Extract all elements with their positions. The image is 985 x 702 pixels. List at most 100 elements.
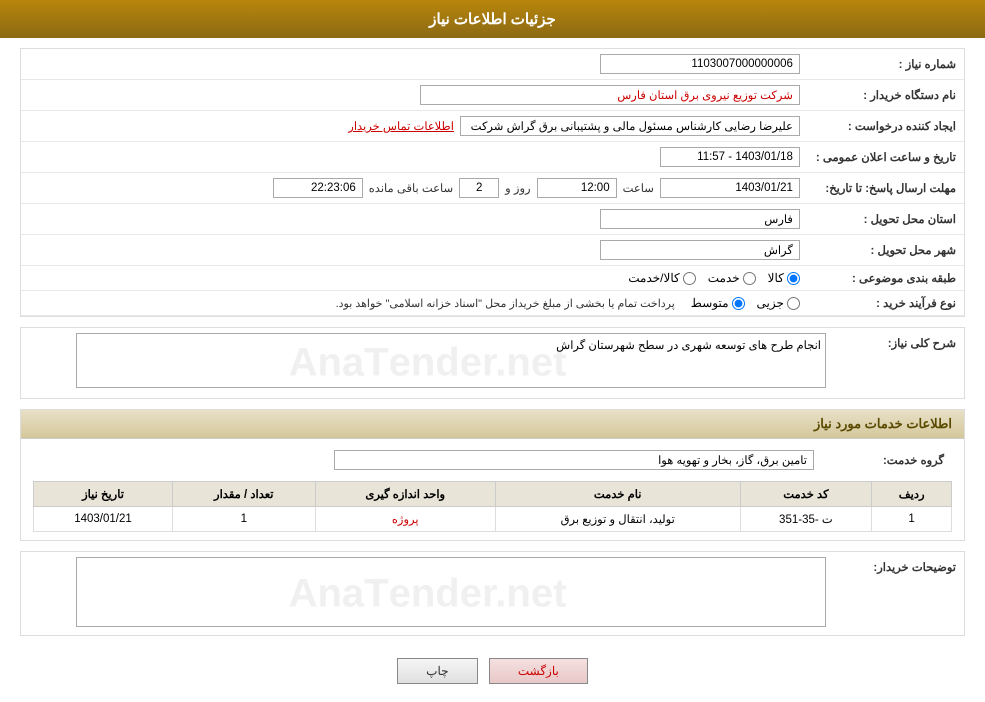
col-qty: تعداد / مقدار [173,482,316,507]
process-label: نوع فرآیند خرید : [808,291,964,316]
remain-label: ساعت باقی مانده [369,181,453,195]
requester-input[interactable] [460,116,800,136]
general-desc-textarea[interactable]: انجام طرح های توسعه شهری در سطح شهرستان … [76,333,826,388]
announce-label: تاریخ و ساعت اعلان عمومی : [808,142,964,173]
cell-name: تولید، انتقال و توزیع برق [495,507,740,532]
need-number-label: شماره نیاز : [808,49,964,80]
back-button[interactable]: بازگشت [489,658,588,684]
service-group-row: گروه خدمت: [33,445,952,475]
services-section: اطلاعات خدمات مورد نیاز گروه خدمت: [20,409,965,541]
table-row: 1 ت -35-351 تولید، انتقال و توزیع برق پر… [34,507,952,532]
buyer-desc-label: توضیحات خریدار: [834,552,964,635]
general-desc-row: شرح کلی نیاز: انجام طرح های توسعه شهری د… [21,328,964,398]
col-row: ردیف [872,482,952,507]
province-value [21,204,808,235]
buyer-org-input[interactable] [420,85,800,105]
city-value [21,235,808,266]
time-label: ساعت [623,181,654,195]
cell-date: 1403/01/21 [34,507,173,532]
buyer-org-value [21,80,808,111]
buyer-org-row: نام دستگاه خریدار : [21,80,964,111]
buyer-desc-table: توضیحات خریدار: AnaТender.net [21,552,964,635]
city-input[interactable] [600,240,800,260]
process-jozi-label: جزیی [757,296,784,310]
service-group-label: گروه خدمت: [822,445,952,475]
requester-value: اطلاعات تماس خریدار [21,111,808,142]
category-khadamat-label: خدمت [708,271,740,285]
cell-code: ت -35-351 [740,507,872,532]
process-motawaset-label: متوسط [691,296,729,310]
deadline-days-input[interactable] [459,178,499,198]
service-group-value [33,445,822,475]
requester-label: ایجاد کننده درخواست : [808,111,964,142]
info-table: شماره نیاز : نام دستگاه خریدار : ا [21,49,964,316]
services-data-table: ردیف کد خدمت نام خدمت واحد اندازه گیری ت… [33,481,952,532]
services-header-row: ردیف کد خدمت نام خدمت واحد اندازه گیری ت… [34,482,952,507]
buttons-row: بازگشت چاپ [20,646,965,692]
general-desc-table: شرح کلی نیاز: انجام طرح های توسعه شهری د… [21,328,964,398]
city-row: شهر محل تحویل : [21,235,964,266]
services-table-body: 1 ت -35-351 تولید، انتقال و توزیع برق پر… [34,507,952,532]
category-both-label: کالا/خدمت [628,271,679,285]
process-note: پرداخت تمام یا بخشی از مبلغ خریداز محل "… [336,297,675,310]
province-label: استان محل تحویل : [808,204,964,235]
category-khadamat-option[interactable]: خدمت [708,271,756,285]
category-row: طبقه بندی موضوعی : کالا خدمت [21,266,964,291]
process-jozi-option[interactable]: جزیی [757,296,800,310]
need-number-input[interactable] [600,54,800,74]
requester-row: ایجاد کننده درخواست : اطلاعات تماس خریدا… [21,111,964,142]
buyer-desc-row: توضیحات خریدار: AnaТender.net [21,552,964,635]
service-group-input[interactable] [334,450,814,470]
category-khadamat-radio[interactable] [743,272,756,285]
buyer-watermark-area: AnaТender.net [29,557,826,630]
watermark-area: انجام طرح های توسعه شهری در سطح شهرستان … [29,333,826,393]
buyer-desc-section: توضیحات خریدار: AnaТender.net [20,551,965,636]
category-options: کالا خدمت کالا/خدمت [21,266,808,291]
col-unit: واحد اندازه گیری [315,482,495,507]
col-name: نام خدمت [495,482,740,507]
announce-row: تاریخ و ساعت اعلان عمومی : [21,142,964,173]
deadline-remain-input[interactable] [273,178,363,198]
contact-link[interactable]: اطلاعات تماس خریدار [348,119,454,133]
process-motawaset-radio[interactable] [732,297,745,310]
deadline-time-input[interactable] [537,178,617,198]
cell-qty: 1 [173,507,316,532]
general-desc-value: انجام طرح های توسعه شهری در سطح شهرستان … [21,328,834,398]
buyer-desc-value: AnaТender.net [21,552,834,635]
page-wrapper: جزئیات اطلاعات نیاز شماره نیاز : نام دست… [0,0,985,702]
buyer-desc-textarea[interactable] [76,557,826,627]
cell-unit: پروژه [315,507,495,532]
print-button[interactable]: چاپ [397,658,477,684]
deadline-date-input[interactable] [660,178,800,198]
col-code: کد خدمت [740,482,872,507]
category-label: طبقه بندی موضوعی : [808,266,964,291]
announce-datetime-input[interactable] [660,147,800,167]
general-desc-section: شرح کلی نیاز: انجام طرح های توسعه شهری د… [20,327,965,399]
services-title: اطلاعات خدمات مورد نیاز [21,410,964,439]
services-body: گروه خدمت: ردیف کد خدمت نام خدمت واحد ان [21,439,964,540]
col-date: تاریخ نیاز [34,482,173,507]
buyer-org-label: نام دستگاه خریدار : [808,80,964,111]
main-content: شماره نیاز : نام دستگاه خریدار : ا [0,38,985,702]
process-jozi-radio[interactable] [787,297,800,310]
general-desc-label: شرح کلی نیاز: [834,328,964,398]
province-input[interactable] [600,209,800,229]
category-kala-option[interactable]: کالا [768,271,800,285]
category-kala-radio[interactable] [787,272,800,285]
info-section: شماره نیاز : نام دستگاه خریدار : ا [20,48,965,317]
province-row: استان محل تحویل : [21,204,964,235]
page-title: جزئیات اطلاعات نیاز [429,11,556,28]
deadline-label: مهلت ارسال پاسخ: تا تاریخ: [808,173,964,204]
day-label: روز و [505,181,530,195]
page-header: جزئیات اطلاعات نیاز [0,0,985,38]
deadline-row: مهلت ارسال پاسخ: تا تاریخ: ساعت روز و سا… [21,173,964,204]
process-options: جزیی متوسط پرداخت تمام یا بخشی از مبلغ خ… [21,291,808,316]
need-number-row: شماره نیاز : [21,49,964,80]
category-kala-khadamat-option[interactable]: کالا/خدمت [628,271,695,285]
cell-row: 1 [872,507,952,532]
process-motawaset-option[interactable]: متوسط [691,296,745,310]
announce-value [21,142,808,173]
process-row: نوع فرآیند خرید : جزیی متوسط [21,291,964,316]
services-table-header: ردیف کد خدمت نام خدمت واحد اندازه گیری ت… [34,482,952,507]
category-both-radio[interactable] [683,272,696,285]
